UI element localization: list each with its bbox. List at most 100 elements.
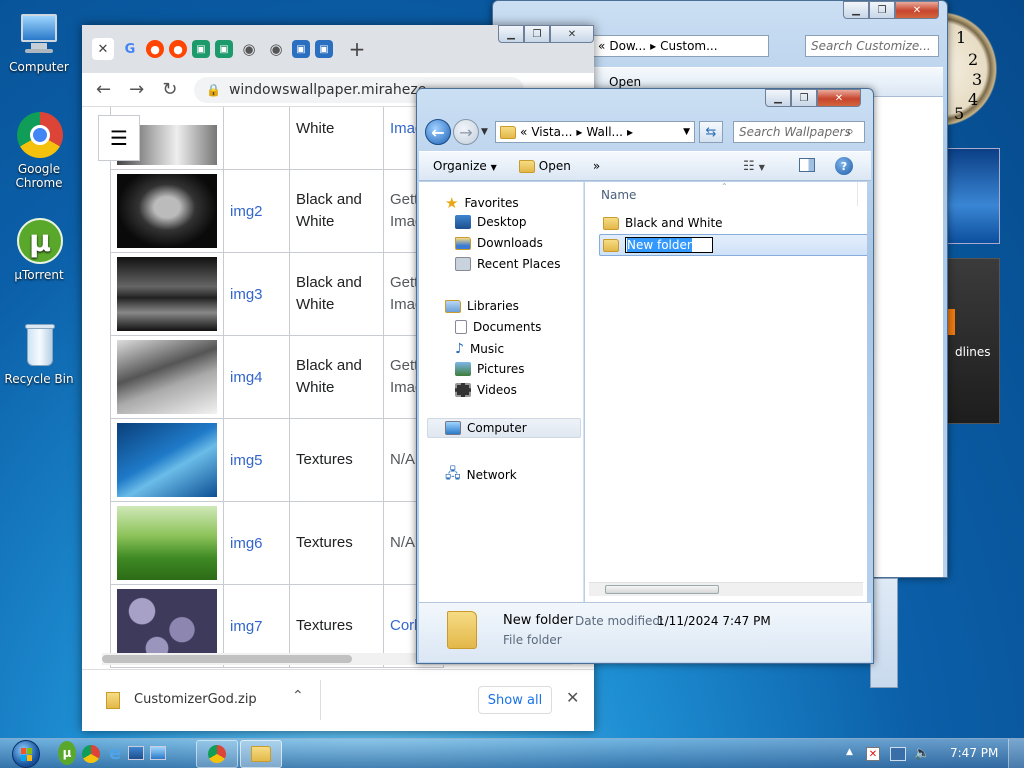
rename-input[interactable]: New folder [625,237,713,253]
wallpaper-thumbnail[interactable] [117,506,217,580]
more-commands-icon[interactable]: » [593,159,600,173]
nav-videos[interactable]: Videos [455,383,517,397]
tab-reddit[interactable]: ● [169,40,187,58]
tab-reddit[interactable]: ● [146,40,164,58]
tab-page[interactable]: ▣ [215,40,233,58]
computer-taskbar-icon[interactable] [150,746,166,760]
wallpaper-thumbnail[interactable] [117,589,217,663]
change-view-icon[interactable]: ☷ ▼ [743,159,765,174]
maximize-button[interactable]: ❐ [791,89,817,107]
wallpaper-thumbnail[interactable] [117,340,217,414]
address-bar[interactable]: « Dow... ▸ Custom... [593,35,769,57]
address-dropdown-icon[interactable]: ▼ [683,127,690,137]
tab-globe[interactable]: ◉ [238,38,260,60]
organize-button[interactable]: Organize ▼ [433,159,497,173]
utorrent-taskbar-icon[interactable]: µ [58,741,76,765]
open-button[interactable]: Open [609,75,641,89]
close-button[interactable]: ✕ [817,89,861,107]
show-all-button[interactable]: Show all [478,686,552,714]
close-button[interactable]: ✕ [895,1,939,19]
table-of-contents-icon[interactable]: ☰ [98,115,140,161]
reload-icon[interactable]: ↻ [162,79,177,100]
clock-time[interactable]: 7:47 PM [950,746,998,760]
nav-favorites[interactable]: ★ Favorites [445,194,519,212]
open-button[interactable]: Open [518,159,571,173]
file-item[interactable]: New folder [603,237,713,253]
wallpaper-thumbnail[interactable] [117,423,217,497]
nav-recent-places[interactable]: Recent Places [455,257,560,271]
close-button[interactable]: ✕ [550,25,594,43]
scrollbar-thumb[interactable] [605,585,719,594]
close-tab-icon[interactable]: ✕ [92,38,114,60]
explorer-taskbar-button[interactable] [240,740,282,768]
minimize-button[interactable]: ▁ [498,25,524,43]
horizontal-scrollbar[interactable] [589,582,863,596]
nav-music[interactable]: ♪ Music [455,341,504,357]
nav-pictures[interactable]: Pictures [455,362,525,376]
breadcrumb-item[interactable]: Wall... [586,125,623,139]
clock-gadget[interactable]: 1 2 3 4 5 [940,10,1000,128]
image-name-link[interactable]: img3 [223,252,290,336]
volume-muted-icon[interactable]: 🔈 [914,746,930,761]
scrollbar-thumb[interactable] [102,655,352,663]
forward-arrow-icon[interactable]: → [129,79,144,100]
image-name-link[interactable]: img6 [223,501,290,585]
breadcrumb-item[interactable]: Vista... [531,125,572,139]
tab-globe[interactable]: ◉ [265,38,287,60]
minimize-button[interactable]: ▁ [765,89,791,107]
desktop-icon-recycle-bin[interactable]: Recycle Bin [4,322,74,386]
show-desktop-icon[interactable] [128,746,144,760]
help-icon[interactable]: ? [835,157,853,175]
slideshow-gadget[interactable] [946,148,1000,244]
wallpapers-explorer-window[interactable]: ▁ ❐ ✕ ← → ▼ « Vista... ▸ Wall... ▸ ▼ ⇆ S… [416,88,874,664]
new-tab-button[interactable]: + [346,37,368,61]
search-input[interactable]: Search Wallpapers [733,121,865,143]
image-name-link[interactable]: img4 [223,335,290,419]
chevron-up-icon[interactable]: ⌃ [292,688,304,704]
search-input[interactable]: Search Customize... [805,35,939,57]
tab-page[interactable]: ▣ [192,40,210,58]
action-center-icon[interactable]: ✕ [866,747,880,761]
back-button[interactable]: ← [425,119,451,145]
maximize-button[interactable]: ❐ [524,25,550,43]
image-name-link[interactable]: img1 [223,107,290,170]
nav-documents[interactable]: Documents [455,320,541,334]
image-name-link[interactable]: img2 [223,169,290,253]
image-name-link[interactable]: img5 [223,418,290,502]
nav-computer[interactable]: Computer [445,421,527,435]
wallpaper-thumbnail[interactable] [117,257,217,331]
address-bar[interactable]: « Vista... ▸ Wall... ▸ ▼ [495,121,695,143]
internet-explorer-icon[interactable]: e [106,741,124,765]
desktop-icon-utorrent[interactable]: µ µTorrent [4,218,74,282]
maximize-button[interactable]: ❐ [869,1,895,19]
breadcrumb-item[interactable]: Custom... [660,39,717,53]
network-tray-icon[interactable] [890,747,906,761]
show-hidden-icons-icon[interactable]: ▲ [846,747,853,757]
headlines-gadget[interactable]: dlines [946,258,1000,424]
preview-pane-icon[interactable] [799,158,815,172]
minimize-button[interactable]: ▁ [843,1,869,19]
download-filename[interactable]: CustomizerGod.zip [134,692,257,707]
start-button[interactable] [8,739,44,768]
desktop-icon-computer[interactable]: Computer [4,10,74,74]
back-arrow-icon[interactable]: ← [96,79,111,100]
show-desktop-button[interactable] [1008,739,1024,768]
tab-page[interactable]: ▣ [292,40,310,58]
chrome-taskbar-icon[interactable] [82,745,100,763]
nav-desktop[interactable]: Desktop [455,215,527,229]
refresh-icon[interactable]: ⇆ [699,121,723,143]
forward-button[interactable]: → [453,119,479,145]
desktop-icon-chrome[interactable]: Google Chrome [4,112,74,190]
recent-pages-chevron-icon[interactable]: ▼ [481,127,488,137]
tab-page[interactable]: ▣ [315,40,333,58]
wallpaper-thumbnail[interactable] [117,174,217,248]
file-item[interactable]: Black and White [603,216,723,230]
column-header-name[interactable]: Name [601,188,636,202]
nav-libraries[interactable]: Libraries [445,299,519,313]
nav-network[interactable]: 🖧 Network [445,463,517,487]
chrome-taskbar-button[interactable] [196,740,238,768]
breadcrumb-item[interactable]: Dow... [609,39,646,53]
nav-downloads[interactable]: Downloads [455,236,543,250]
tab-google[interactable]: G [119,38,141,60]
close-download-bar-icon[interactable]: ✕ [566,688,579,707]
